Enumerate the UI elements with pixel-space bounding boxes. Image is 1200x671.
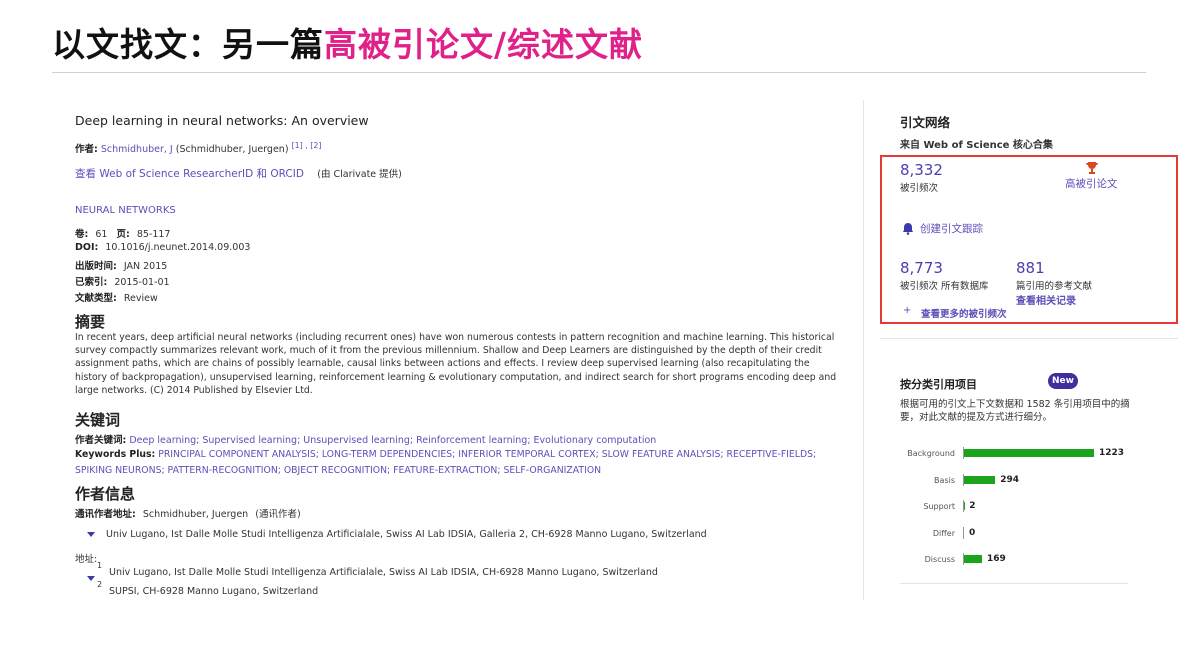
author-info-heading: 作者信息 [75,485,136,503]
indexed-value: 2015-01-01 [114,277,170,288]
times-cited-count[interactable]: 8,332 [900,161,943,179]
doi-label: DOI: [75,242,99,253]
bell-icon[interactable] [902,220,914,239]
highly-cited-label[interactable]: 高被引论文 [1065,176,1118,191]
expand-arrow-icon[interactable] [87,532,95,537]
journal-name[interactable]: NEURAL NETWORKS [75,205,176,216]
bar-label-differ: Differ [932,528,955,538]
volume-label: 卷: [75,229,89,240]
pubdate-value: JAN 2015 [123,261,168,272]
indexed-row: 已索引: 2015-01-01 [75,274,170,288]
researcher-orcid-link[interactable]: 查看 Web of Science ResearcherID 和 ORCID [75,168,304,180]
journal-link[interactable]: NEURAL NETWORKS [75,205,176,216]
chart-bottom-rule [900,583,1128,584]
bar-value-basis: 294 [1000,474,1020,485]
author-keywords-row: 作者关键词: Deep learning; Supervised learnin… [75,432,656,446]
slide-title-highlight: 高被引论文/综述文献 [324,25,644,64]
researcher-row: 查看 Web of Science ResearcherID 和 ORCID (… [75,166,402,181]
author-full-name: (Schmidhuber, Juergen) [175,144,289,156]
bar-background[interactable] [964,449,1094,457]
title-underline [52,72,1146,73]
plus-icon[interactable]: + [903,305,911,316]
column-divider [863,100,864,600]
related-records-link[interactable]: 查看相关记录 [1016,292,1076,307]
author-keywords-links[interactable]: Deep learning; Supervised learning; Unsu… [129,435,656,446]
classification-description: 根据可用的引文上下文数据和 1582 条引用项目中的摘要，对此文献的提及方式进行… [900,399,1130,423]
bar-label-basis: Basis [934,475,955,485]
pages-label: 页: [116,229,130,240]
pubdate-row: 出版时间: JAN 2015 [75,258,167,272]
all-db-count[interactable]: 8,773 [900,259,943,277]
address-2-number: 2 [97,580,103,589]
bar-discuss[interactable] [964,555,982,563]
doi-value: 10.1016/j.neunet.2014.09.003 [105,242,251,253]
more-citation-counts-link[interactable]: 查看更多的被引频次 [921,306,1007,320]
expand-arrow-icon[interactable] [87,576,95,581]
create-alert-link[interactable]: 创建引文跟踪 [920,221,983,236]
indexed-label: 已索引: [75,277,108,288]
panel-divider [880,338,1178,339]
address-label: 地址: [75,554,98,565]
bar-label-background: Background [907,449,955,458]
researcher-provider: (由 Clarivate 提供) [317,169,402,180]
references-count[interactable]: 881 [1016,259,1045,277]
abstract-heading: 摘要 [75,313,106,331]
corresponding-label: 通讯作者地址: [75,509,136,520]
article-title: Deep learning in neural networks: An ove… [75,113,369,128]
slide-title: 以文找文：另一篇高被引论文/综述文献 [52,18,643,66]
author-link[interactable]: Schmidhuber, J [101,144,173,155]
classification-title: 按分类引用项目 [900,378,977,391]
keywords-plus-label: Keywords Plus: [75,449,156,460]
references-label: 篇引用的参考文献 [1016,281,1093,292]
corresponding-note: (通讯作者) [255,509,301,520]
volume-value: 61 [95,229,108,240]
times-cited-label: 被引频次 [900,183,939,194]
doctype-row: 文献类型: Review [75,290,158,304]
corresponding-name: Schmidhuber, Juergen [142,509,249,520]
pubdate-label: 出版时间: [75,261,117,272]
bar-value-support: 2 [969,501,976,511]
bar-value-differ: 0 [969,527,976,538]
bar-value-background: 1223 [1099,448,1125,458]
new-badge: New [1048,373,1078,389]
bar-label-discuss: Discuss [924,555,955,564]
keywords-plus-links[interactable]: PRINCIPAL COMPONENT ANALYSIS; LONG-TERM … [75,449,816,476]
all-db-label: 被引频次 所有数据库 [900,281,989,292]
keywords-heading: 关键词 [75,411,121,429]
doctype-value: Review [123,293,158,304]
expand-address-toggle[interactable] [87,573,95,584]
citation-network-title: 引文网络 [900,115,951,130]
bar-axis-tick-differ [963,526,964,539]
address-1: Univ Lugano, Ist Dalle Molle Studi Intel… [109,567,658,578]
bar-basis[interactable] [964,475,996,484]
bar-value-discuss: 169 [986,554,1006,564]
pages-value: 85-117 [136,229,171,240]
corresponding-address-row: Univ Lugano, Ist Dalle Molle Studi Intel… [87,529,707,540]
corresponding-address: Univ Lugano, Ist Dalle Molle Studi Intel… [106,529,707,540]
author-keywords-label: 作者关键词: [75,435,127,446]
author-label: 作者: [75,144,98,156]
bar-label-support: Support [923,502,955,511]
doctype-label: 文献类型: [75,293,117,304]
keywords-plus-row: Keywords Plus: PRINCIPAL COMPONENT ANALY… [75,447,835,478]
volume-pages-row: 卷: 61 页: 85-117 [75,226,170,240]
citation-network-source: 来自 Web of Science 核心合集 [900,140,1053,151]
address-1-number: 1 [97,561,103,570]
author-row: 作者: Schmidhuber, J (Schmidhuber, Juergen… [75,141,322,155]
address-2: SUPSI, CH-6928 Manno Lugano, Switzerland [109,586,319,597]
corresponding-author-row: 通讯作者地址: Schmidhuber, Juergen (通讯作者) [75,506,301,520]
author-ref-links[interactable]: [1] , [2] [292,141,322,150]
doi-row: DOI: 10.1016/j.neunet.2014.09.003 [75,242,250,253]
abstract-text: In recent years, deep artificial neural … [75,332,837,396]
slide-title-prefix: 以文找文：另一篇 [52,25,324,64]
